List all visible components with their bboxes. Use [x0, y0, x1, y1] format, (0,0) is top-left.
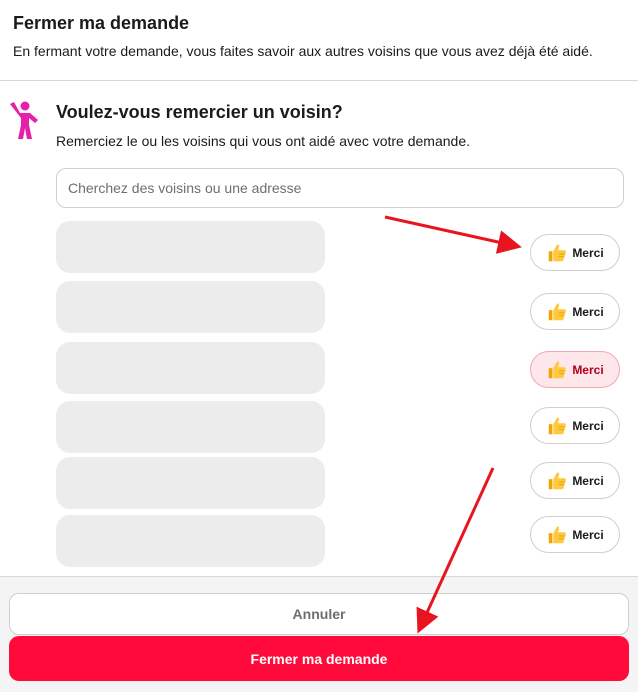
thumbs-up-icon: [549, 472, 567, 489]
merci-label: Merci: [572, 473, 604, 488]
annotation-arrow: [384, 215, 522, 254]
dialog-subtitle: En fermant votre demande, vous faites sa…: [13, 43, 593, 59]
neighbor-item[interactable]: [56, 457, 325, 509]
merci-label: Merci: [572, 304, 604, 319]
merci-button[interactable]: Merci: [530, 462, 620, 499]
merci-label: Merci: [572, 362, 604, 377]
neighbor-item[interactable]: [56, 221, 325, 273]
thumbs-up-icon: [549, 244, 567, 261]
neighbor-item[interactable]: [56, 401, 325, 453]
cancel-button[interactable]: Annuler: [9, 593, 629, 635]
thumbs-up-icon: [549, 417, 567, 434]
dialog-header: Fermer ma demande En fermant votre deman…: [0, 0, 638, 81]
merci-label: Merci: [572, 527, 604, 542]
close-request-button[interactable]: Fermer ma demande: [9, 636, 629, 681]
neighbor-search-input[interactable]: [56, 168, 624, 208]
merci-button[interactable]: Merci: [530, 234, 620, 271]
dialog-title: Fermer ma demande: [13, 13, 190, 33]
merci-button[interactable]: Merci: [530, 293, 620, 330]
thank-section-subtitle: Remerciez le ou les voisins qui vous ont…: [56, 133, 470, 149]
thumbs-up-icon: [549, 526, 567, 543]
merci-label: Merci: [572, 245, 604, 260]
merci-button[interactable]: Merci: [530, 407, 620, 444]
neighbor-item[interactable]: [56, 281, 325, 333]
merci-label: Merci: [572, 418, 604, 433]
person-raising-hand-icon: [10, 101, 38, 139]
thumbs-up-icon: [549, 361, 567, 378]
merci-button[interactable]: Merci: [530, 516, 620, 553]
merci-button-selected[interactable]: Merci: [530, 351, 620, 388]
neighbor-item[interactable]: [56, 515, 325, 567]
thumbs-up-icon: [549, 303, 567, 320]
thank-section-title: Voulez-vous remercier un voisin?: [56, 102, 343, 122]
neighbor-item[interactable]: [56, 342, 325, 394]
